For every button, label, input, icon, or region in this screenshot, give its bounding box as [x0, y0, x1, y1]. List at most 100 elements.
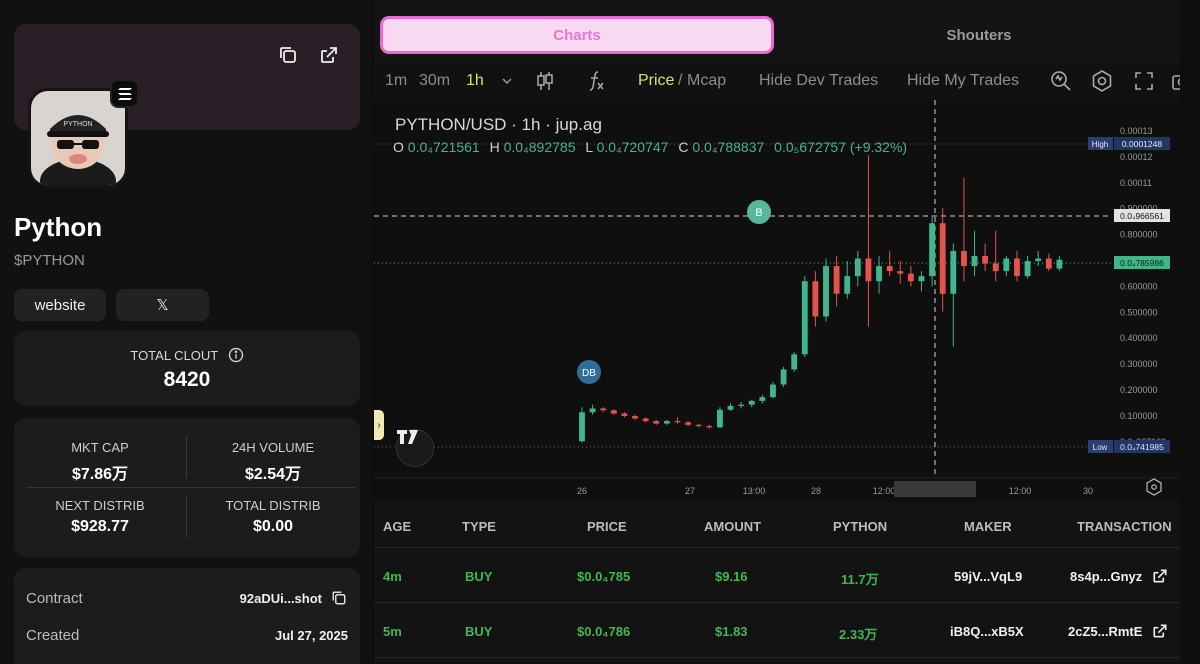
trade-maker[interactable]: iB8Q...xB5X [950, 624, 1024, 639]
external-link-icon[interactable] [1151, 622, 1169, 645]
x-twitter-button[interactable]: 𝕏 [116, 289, 209, 321]
x-tick-label: 27 [685, 486, 695, 496]
dev-buy-marker-label: DB [582, 368, 596, 379]
low-label: L [585, 139, 593, 155]
contract-value[interactable]: 92aDUi...shot [240, 591, 322, 606]
x-tick-label: 26 [577, 486, 587, 496]
candle-body [1035, 258, 1042, 262]
timeframe-1m[interactable]: 1m [385, 72, 407, 90]
price-toggle[interactable]: Price [638, 72, 674, 90]
chart-panel: Charts Shouters 1m 30m 1h Price / Mcap H… [374, 0, 1192, 664]
tab-charts[interactable]: Charts [380, 16, 774, 54]
candle-body [748, 400, 755, 405]
high-marker-label: High [1092, 140, 1108, 149]
candle-body [759, 397, 766, 401]
tradingview-logo[interactable] [396, 429, 434, 467]
last-price-marker-value: 0.0₄785986 [1120, 258, 1164, 268]
col-price[interactable]: PRICE [587, 519, 627, 534]
solana-chain-icon [110, 79, 139, 108]
website-button[interactable]: website [14, 289, 106, 321]
table-row[interactable]: 5m BUY $0.0₄786 $1.83 2.33万 iB8Q...xB5X … [374, 604, 1180, 658]
copy-icon[interactable] [330, 589, 348, 607]
hide-my-trades-button[interactable]: Hide My Trades [907, 72, 1019, 90]
y-tick-label: 0.800000 [1120, 230, 1158, 240]
collapse-panel-handle[interactable]: › [374, 410, 384, 440]
candle-body [1056, 259, 1063, 269]
timeframe-30m[interactable]: 30m [419, 72, 450, 90]
trade-type: BUY [465, 624, 493, 639]
divider [26, 487, 355, 488]
token-name: Python [14, 212, 103, 242]
total-distrib-label: TOTAL DISTRIB [225, 498, 321, 513]
external-link-icon[interactable] [1151, 567, 1169, 590]
next-distrib-value: $928.77 [71, 518, 129, 535]
col-maker[interactable]: MAKER [964, 519, 1012, 534]
info-icon[interactable] [228, 347, 244, 366]
change-value: 0.0₅672757 (+9.32%) [774, 139, 908, 155]
candle-body [674, 421, 681, 423]
trade-transaction[interactable]: 8s4p...Gnyz [1070, 569, 1142, 584]
mkt-cap-label: MKT CAP [71, 440, 129, 455]
candle-body [791, 354, 798, 370]
tab-shouters[interactable]: Shouters [782, 16, 1176, 54]
col-type[interactable]: TYPE [462, 519, 496, 534]
volume-stat: 24H VOLUME $2.54万 [187, 440, 359, 484]
candle-body [950, 250, 957, 294]
candles-icon[interactable] [533, 69, 557, 93]
trade-maker[interactable]: 59jV...VqL9 [954, 569, 1022, 584]
y-tick-label: 0.400000 [1120, 333, 1158, 343]
trade-transaction[interactable]: 2cZ5...RmtE [1068, 624, 1142, 639]
copy-icon[interactable] [277, 44, 299, 66]
trades-header: AGE TYPE PRICE AMOUNT PYTHON MAKER TRANS… [374, 502, 1180, 548]
close-value: 0.0₄788837 [692, 139, 765, 155]
col-age[interactable]: AGE [383, 519, 411, 534]
col-transaction[interactable]: TRANSACTION [1077, 519, 1172, 534]
x-tick-label: 13:00 [743, 486, 766, 496]
trade-age: 5m [383, 624, 402, 639]
crosshair-date-box [894, 481, 976, 497]
candle-body [663, 421, 670, 424]
candle-body [929, 223, 936, 277]
total-distrib-stat: TOTAL DISTRIB $0.00 [187, 498, 359, 536]
chevron-down-icon[interactable] [495, 69, 519, 93]
candle-body [992, 263, 999, 272]
close-label: C [678, 139, 689, 155]
candle-body [865, 258, 872, 282]
fullscreen-icon[interactable] [1132, 69, 1156, 93]
trade-python: 2.33万 [839, 627, 878, 642]
col-amount[interactable]: AMOUNT [704, 519, 761, 534]
table-row[interactable]: 4m BUY $0.0₄785 $9.16 11.7万 59jV...VqL9 … [374, 549, 1180, 603]
candle-body [886, 266, 893, 272]
created-label: Created [26, 626, 80, 644]
candle-body [589, 408, 596, 413]
magnet-icon[interactable] [1049, 69, 1073, 93]
candle-body [876, 266, 882, 282]
external-link-icon[interactable] [318, 44, 340, 66]
trade-price: $0.0₄785 [577, 569, 631, 584]
candle-body [854, 258, 861, 277]
y-tick-label: 0.00013 [1120, 126, 1153, 136]
col-python[interactable]: PYTHON [833, 519, 887, 534]
next-distrib-label: NEXT DISTRIB [55, 498, 145, 513]
axis-settings-icon-center [1151, 484, 1157, 490]
timeframe-1h[interactable]: 1h [466, 72, 484, 90]
contract-label: Contract [26, 589, 83, 607]
stats-card: MKT CAP $7.86万 24H VOLUME $2.54万 NEXT DI… [14, 418, 360, 557]
candle-body [833, 266, 840, 294]
mcap-toggle[interactable]: Mcap [687, 72, 726, 90]
candle-body [918, 276, 925, 282]
mkt-cap-value: $7.86万 [71, 466, 129, 483]
candle-body [770, 384, 776, 398]
settings-icon[interactable] [1090, 69, 1114, 93]
price-chart[interactable]: 0.000130.000120.000110.9000000.8000000.7… [374, 100, 1180, 502]
tab-bar: Charts Shouters [374, 10, 1180, 58]
high-value: 0.0₄892785 [503, 139, 576, 155]
hide-dev-trades-button[interactable]: Hide Dev Trades [759, 72, 878, 90]
trade-price: $0.0₄786 [577, 624, 631, 639]
next-distrib-stat: NEXT DISTRIB $928.77 [14, 498, 186, 536]
total-clout-label: TOTAL CLOUT [130, 348, 219, 363]
mkt-cap-stat: MKT CAP $7.86万 [14, 440, 186, 484]
low-marker-value: 0.0₄741985 [1120, 442, 1164, 452]
trade-amount: $1.83 [715, 624, 748, 639]
indicators-icon[interactable] [584, 69, 608, 93]
